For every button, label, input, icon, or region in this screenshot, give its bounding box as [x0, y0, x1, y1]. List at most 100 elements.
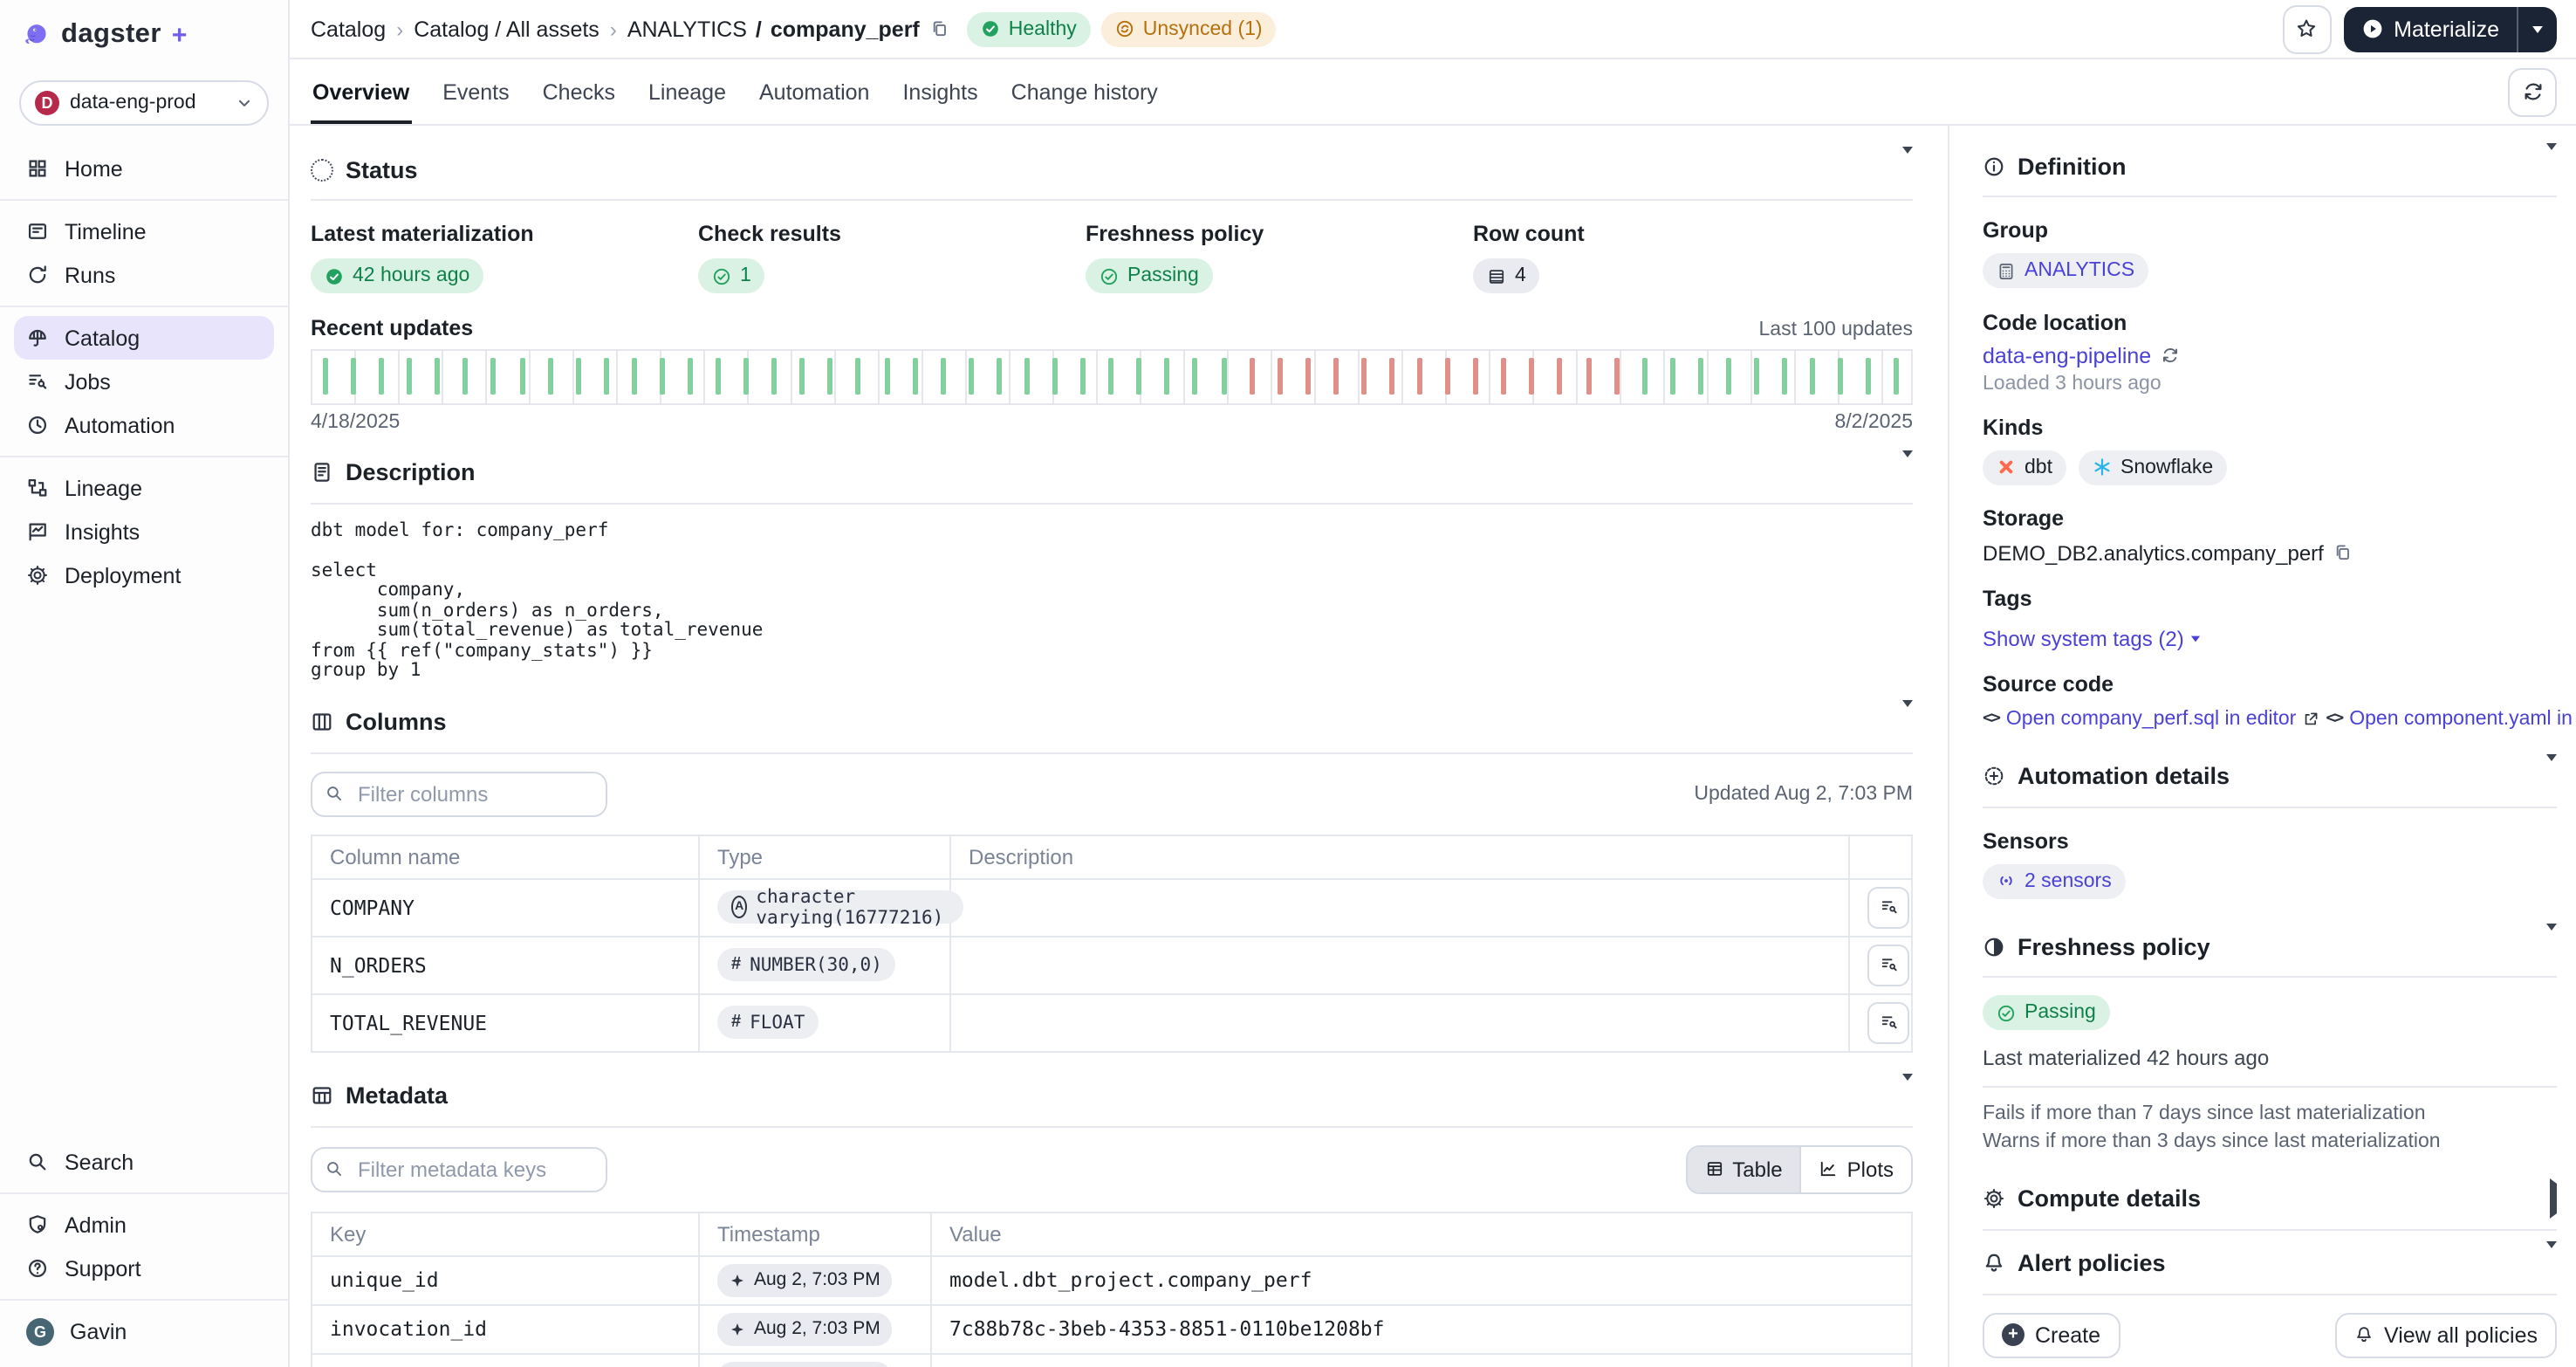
kind-badge-snowflake[interactable]: Snowflake: [2079, 450, 2227, 484]
update-bar[interactable]: [323, 358, 328, 395]
breadcrumb-group[interactable]: ANALYTICS: [627, 17, 747, 41]
update-bar[interactable]: [1558, 358, 1563, 395]
update-bar[interactable]: [1641, 358, 1647, 395]
update-bar[interactable]: [1389, 358, 1394, 395]
update-bar[interactable]: [800, 358, 805, 395]
update-bar[interactable]: [688, 358, 693, 395]
favorite-button[interactable]: [2282, 4, 2331, 53]
brand-logo[interactable]: dagster +: [0, 0, 288, 51]
update-bar[interactable]: [1080, 358, 1086, 395]
open-yaml-link[interactable]: Open component.yaml in editor: [2349, 708, 2576, 729]
timestamp-badge[interactable]: Aug 2, 7:03 PM: [717, 1312, 893, 1345]
tab-change-history[interactable]: Change history: [1010, 59, 1160, 124]
collapse-section-button[interactable]: [1902, 457, 1913, 488]
sidebar-item-insights[interactable]: Insights: [14, 510, 274, 553]
update-bar[interactable]: [1445, 358, 1450, 395]
update-bar[interactable]: [463, 358, 469, 395]
update-bar[interactable]: [856, 358, 861, 395]
update-bar[interactable]: [1024, 358, 1030, 395]
update-bar[interactable]: [1867, 358, 1872, 395]
sidebar-item-runs[interactable]: Runs: [14, 253, 274, 297]
timestamp-badge[interactable]: Aug 2, 7:03 PM: [717, 1263, 893, 1296]
update-bar[interactable]: [1838, 358, 1843, 395]
update-bar[interactable]: [379, 358, 384, 395]
timestamp-badge[interactable]: Aug 2, 7:03 PM: [717, 1361, 893, 1367]
toggle-plots-view[interactable]: Plots: [1800, 1146, 1911, 1192]
update-bar[interactable]: [1165, 358, 1170, 395]
freshness-badge[interactable]: Passing: [1086, 258, 1213, 293]
update-bar[interactable]: [828, 358, 833, 395]
update-bar[interactable]: [772, 358, 778, 395]
breadcrumb-catalog[interactable]: Catalog: [311, 17, 386, 41]
collapse-section-button[interactable]: [2546, 760, 2557, 792]
update-bar[interactable]: [1333, 358, 1339, 395]
update-bar[interactable]: [1417, 358, 1422, 395]
update-bar[interactable]: [884, 358, 889, 395]
update-bar[interactable]: [1305, 358, 1310, 395]
health-badge[interactable]: Healthy: [967, 11, 1091, 46]
view-column-lineage-button[interactable]: [1867, 886, 1909, 928]
columns-filter-input[interactable]: [311, 771, 607, 816]
update-bar[interactable]: [1221, 358, 1226, 395]
sidebar-item-search[interactable]: Search: [14, 1140, 274, 1184]
update-bar[interactable]: [491, 358, 497, 395]
update-bar[interactable]: [1052, 358, 1058, 395]
update-bar[interactable]: [435, 358, 441, 395]
refresh-button[interactable]: [2508, 67, 2557, 116]
sidebar-item-support[interactable]: Support: [14, 1247, 274, 1290]
tab-automation[interactable]: Automation: [757, 59, 871, 124]
sidebar-item-admin[interactable]: Admin: [14, 1203, 274, 1247]
reload-icon[interactable]: [2160, 346, 2179, 365]
update-bar[interactable]: [1277, 358, 1282, 395]
collapse-section-button[interactable]: [1902, 1080, 1913, 1111]
open-sql-link[interactable]: Open company_perf.sql in editor: [2006, 708, 2319, 729]
copy-icon[interactable]: [930, 19, 949, 38]
tab-lineage[interactable]: Lineage: [647, 59, 728, 124]
collapse-section-button[interactable]: [2546, 1247, 2557, 1279]
update-bar[interactable]: [940, 358, 945, 395]
sensors-badge[interactable]: 2 sensors: [1983, 863, 2126, 898]
sidebar-item-jobs[interactable]: Jobs: [14, 360, 274, 403]
collapse-section-button[interactable]: [1902, 154, 1913, 185]
update-bar[interactable]: [519, 358, 524, 395]
tab-insights[interactable]: Insights: [901, 59, 979, 124]
sidebar-item-user[interactable]: G Gavin: [14, 1309, 274, 1353]
copy-icon[interactable]: [2334, 543, 2353, 562]
kind-badge-dbt[interactable]: dbt: [1983, 450, 2066, 484]
update-bar[interactable]: [1473, 358, 1478, 395]
view-column-lineage-button[interactable]: [1867, 1001, 1909, 1043]
update-bar[interactable]: [969, 358, 974, 395]
update-bar[interactable]: [1586, 358, 1591, 395]
update-bar[interactable]: [547, 358, 552, 395]
update-bar[interactable]: [1361, 358, 1367, 395]
tab-checks[interactable]: Checks: [541, 59, 617, 124]
create-alert-button[interactable]: + Create: [1983, 1312, 2120, 1357]
update-bar[interactable]: [716, 358, 721, 395]
update-bar[interactable]: [1613, 358, 1619, 395]
update-bar[interactable]: [743, 358, 749, 395]
update-bar[interactable]: [1810, 358, 1815, 395]
latest-materialization-badge[interactable]: 42 hours ago: [311, 258, 483, 293]
unsynced-badge[interactable]: Unsynced (1): [1101, 11, 1277, 46]
update-bar[interactable]: [1670, 358, 1675, 395]
update-bar[interactable]: [1726, 358, 1731, 395]
group-badge[interactable]: ANALYTICS: [1983, 253, 2148, 288]
code-location-link[interactable]: data-eng-pipeline: [1983, 343, 2151, 368]
expand-section-button[interactable]: [2550, 1183, 2557, 1214]
sidebar-item-lineage[interactable]: Lineage: [14, 466, 274, 510]
update-bar[interactable]: [407, 358, 412, 395]
update-bar[interactable]: [351, 358, 356, 395]
materialize-menu-button[interactable]: [2518, 25, 2557, 32]
collapse-section-button[interactable]: [1902, 706, 1913, 738]
update-bar[interactable]: [1698, 358, 1703, 395]
update-bar[interactable]: [1530, 358, 1535, 395]
update-bar[interactable]: [1754, 358, 1759, 395]
tab-overview[interactable]: Overview: [311, 59, 411, 124]
row-count-badge[interactable]: 4: [1473, 258, 1540, 293]
check-results-badge[interactable]: 1: [698, 258, 765, 293]
sidebar-item-catalog[interactable]: Catalog: [14, 316, 274, 360]
materialize-button[interactable]: Materialize: [2343, 17, 2517, 41]
update-bar[interactable]: [1249, 358, 1254, 395]
toggle-table-view[interactable]: Table: [1687, 1146, 1799, 1192]
update-bar[interactable]: [660, 358, 665, 395]
